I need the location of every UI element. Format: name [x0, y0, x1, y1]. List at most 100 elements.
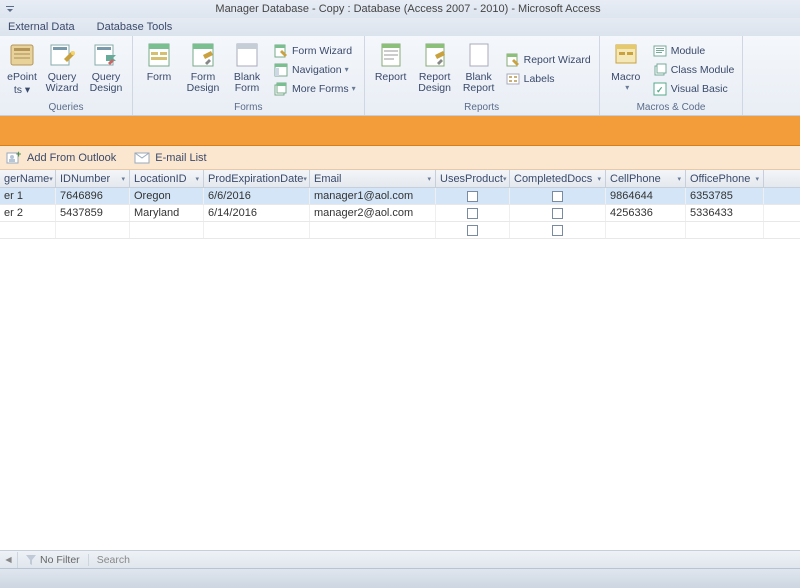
blank-report-button[interactable]: Blank Report: [457, 38, 501, 101]
tab-external-data[interactable]: External Data: [8, 21, 75, 33]
visual-basic-icon: ✓: [652, 81, 668, 97]
dropdown-icon[interactable]: ▾: [597, 175, 601, 183]
report-wizard-button[interactable]: Report Wizard: [505, 51, 591, 69]
macro-button[interactable]: Macro ▾: [604, 38, 648, 101]
column-header-uses[interactable]: UsesProduct▾: [436, 170, 510, 187]
cell-email[interactable]: manager1@aol.com: [310, 188, 436, 204]
grid-header: gerName▾IDNumber▾LocationID▾ProdExpirati…: [0, 170, 800, 188]
column-header-id[interactable]: IDNumber▾: [56, 170, 130, 187]
dropdown-icon[interactable]: ▾: [677, 175, 681, 183]
no-filter-button[interactable]: No Filter: [18, 554, 89, 566]
search-box[interactable]: Search: [89, 554, 138, 566]
report-button[interactable]: Report: [369, 38, 413, 101]
cell-name[interactable]: [0, 222, 56, 238]
form-design-button[interactable]: Form Design: [181, 38, 225, 101]
cell-uses[interactable]: [436, 222, 510, 238]
cell-name[interactable]: er 1: [0, 188, 56, 204]
column-header-docs[interactable]: CompletedDocs▾: [510, 170, 606, 187]
table-row[interactable]: er 17646896Oregon6/6/2016manager1@aol.co…: [0, 188, 800, 205]
dropdown-icon[interactable]: ▾: [303, 175, 307, 183]
cell-loc[interactable]: Oregon: [130, 188, 204, 204]
dropdown-icon[interactable]: ▾: [121, 175, 125, 183]
cell-exp[interactable]: 6/6/2016: [204, 188, 310, 204]
form-wizard-button[interactable]: Form Wizard: [273, 42, 356, 60]
checkbox[interactable]: [467, 208, 478, 219]
cell-docs[interactable]: [510, 222, 606, 238]
checkbox[interactable]: [467, 225, 478, 236]
title-bar: Manager Database - Copy : Database (Acce…: [0, 0, 800, 18]
report-icon: [376, 40, 406, 70]
class-module-button[interactable]: Class Module: [652, 61, 735, 79]
cell-office[interactable]: 6353785: [686, 188, 764, 204]
nav-prev-button[interactable]: ◄: [0, 552, 18, 568]
cell-id[interactable]: 7646896: [56, 188, 130, 204]
checkbox[interactable]: [467, 191, 478, 202]
email-list-button[interactable]: E-mail List: [134, 152, 206, 164]
form-header-bar: [0, 116, 800, 146]
report-wizard-icon: [505, 52, 521, 68]
cell-uses[interactable]: [436, 188, 510, 204]
cell-exp[interactable]: 6/14/2016: [204, 205, 310, 221]
qat-dropdown-icon[interactable]: [4, 3, 16, 15]
cell-cell[interactable]: 4256336: [606, 205, 686, 221]
cell-cell[interactable]: 9864644: [606, 188, 686, 204]
dropdown-icon[interactable]: ▾: [195, 175, 199, 183]
column-header-loc[interactable]: LocationID▾: [130, 170, 204, 187]
checkbox[interactable]: [552, 208, 563, 219]
cell-docs[interactable]: [510, 188, 606, 204]
cell-loc[interactable]: Maryland: [130, 205, 204, 221]
ribbon-group-queries: ePoint ts ▾ Query Wizard Query Design Qu…: [0, 36, 133, 115]
cell-email[interactable]: manager2@aol.com: [310, 205, 436, 221]
checkbox[interactable]: [552, 225, 563, 236]
cell-id[interactable]: 5437859: [56, 205, 130, 221]
module-icon: [652, 43, 668, 59]
cell-email[interactable]: [310, 222, 436, 238]
query-design-button[interactable]: Query Design: [84, 38, 128, 101]
chevron-down-icon: ▾: [345, 65, 349, 74]
labels-icon: [505, 71, 521, 87]
column-header-office[interactable]: OfficePhone▾: [686, 170, 764, 187]
dropdown-icon[interactable]: ▾: [427, 175, 431, 183]
sharepoint-lists-button[interactable]: ePoint ts ▾: [4, 38, 40, 101]
table-row[interactable]: er 25437859Maryland6/14/2016manager2@aol…: [0, 205, 800, 222]
query-wizard-icon: [47, 40, 77, 70]
cell-uses[interactable]: [436, 205, 510, 221]
visual-basic-button[interactable]: ✓Visual Basic: [652, 80, 735, 98]
filter-icon: [26, 555, 36, 565]
labels-button[interactable]: Labels: [505, 70, 591, 88]
report-design-button[interactable]: Report Design: [413, 38, 457, 101]
dropdown-icon[interactable]: ▾: [49, 175, 53, 183]
blank-form-icon: [232, 40, 262, 70]
column-header-name[interactable]: gerName▾: [0, 170, 56, 187]
dropdown-icon[interactable]: ▾: [755, 175, 759, 183]
cell-office[interactable]: 5336433: [686, 205, 764, 221]
blank-form-button[interactable]: Blank Form: [225, 38, 269, 101]
navigation-icon: [273, 62, 289, 78]
report-design-icon: [420, 40, 450, 70]
new-record-row[interactable]: [0, 222, 800, 239]
add-contact-icon: +: [6, 151, 22, 165]
cell-id[interactable]: [56, 222, 130, 238]
tab-database-tools[interactable]: Database Tools: [97, 21, 173, 33]
more-forms-button[interactable]: More Forms▾: [273, 80, 356, 98]
add-from-outlook-button[interactable]: + Add From Outlook: [6, 151, 116, 165]
cell-office[interactable]: [686, 222, 764, 238]
cell-docs[interactable]: [510, 205, 606, 221]
cell-name[interactable]: er 2: [0, 205, 56, 221]
cell-cell[interactable]: [606, 222, 686, 238]
column-header-email[interactable]: Email▾: [310, 170, 436, 187]
record-navigation-bar: ◄ No Filter Search: [0, 550, 800, 568]
column-header-exp[interactable]: ProdExpirationDate▾: [204, 170, 310, 187]
form-button[interactable]: Form: [137, 38, 181, 101]
dropdown-icon[interactable]: ▾: [503, 175, 507, 183]
navigation-button[interactable]: Navigation▾: [273, 61, 356, 79]
cell-loc[interactable]: [130, 222, 204, 238]
column-header-cell[interactable]: CellPhone▾: [606, 170, 686, 187]
cell-exp[interactable]: [204, 222, 310, 238]
checkbox[interactable]: [552, 191, 563, 202]
ribbon-group-reports: Report Report Design Blank Report Report…: [365, 36, 600, 115]
svg-text:+: +: [16, 151, 21, 159]
window-title: Manager Database - Copy : Database (Acce…: [16, 3, 800, 15]
module-button[interactable]: Module: [652, 42, 735, 60]
query-wizard-button[interactable]: Query Wizard: [40, 38, 84, 101]
